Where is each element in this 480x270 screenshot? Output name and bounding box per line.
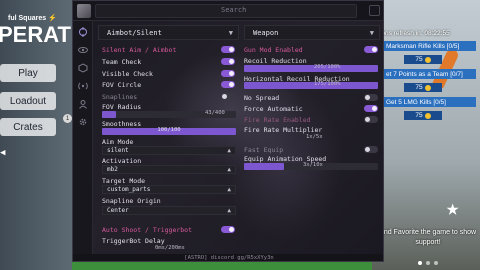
settings-icon[interactable]: [369, 5, 380, 16]
triggerbot-delay-label: TriggerBot Delay: [102, 237, 165, 245]
snaplines-label: Snaplines: [102, 93, 138, 101]
fire-rate-multiplier-label: Fire Rate Multiplier: [244, 126, 323, 134]
coin-icon: [424, 56, 431, 63]
snapline-origin-value: Center: [107, 207, 129, 214]
signal-icon[interactable]: [78, 81, 88, 91]
fov-radius-label: FOV Radius: [102, 103, 142, 111]
silent-aim-label: Silent Aim / Aimbot: [102, 46, 177, 54]
visible-check-label: Visible Check: [102, 70, 153, 78]
aim-mode-select[interactable]: silent ▲: [102, 146, 236, 155]
aimbot-tab-label: Aimbot/Silent: [107, 28, 162, 37]
chevron-up-icon: ▲: [227, 207, 231, 214]
recoil-reduction-slider[interactable]: [244, 65, 378, 72]
menu-sidebar: [73, 21, 93, 261]
equip-speed-value: 3x/10x: [303, 162, 323, 168]
mission-item: et 7 Points as a Team [0/7]: [380, 69, 476, 79]
game-subtitle: ful Squares ⚡: [8, 15, 57, 22]
gun-mod-toggle[interactable]: [364, 46, 378, 53]
menu-topbar: Search: [73, 1, 383, 21]
crates-button[interactable]: Crates: [0, 118, 56, 136]
force-automatic-label: Force Automatic: [244, 105, 303, 113]
recoil-reduction-label: Recoil Reduction: [244, 57, 307, 65]
chevron-up-icon: ▲: [227, 166, 231, 173]
favorite-message: and Favorite the game to show support!: [379, 229, 477, 246]
smoothness-value: 100/100: [157, 127, 181, 133]
favorite-star-icon[interactable]: ★: [446, 198, 459, 220]
fov-radius-value: 43/400: [205, 110, 225, 116]
mission-reward: 75: [404, 83, 442, 92]
force-automatic-toggle[interactable]: [364, 105, 378, 112]
no-spread-label: No Spread: [244, 94, 280, 102]
fov-circle-label: FOV Circle: [102, 81, 142, 89]
coin-icon: [424, 84, 431, 91]
missions-refresh-timer: issions refresh in: 08:22:55: [372, 30, 450, 37]
team-check-label: Team Check: [102, 58, 142, 66]
mission-item: Get 5 LMG Kills [0/5]: [380, 97, 476, 107]
fast-equip-label: Fast Equip: [244, 146, 284, 154]
silent-aim-toggle[interactable]: [221, 46, 235, 53]
horizontal-recoil-value: 175/100%: [314, 81, 341, 87]
fire-rate-multiplier-value: 1x/5x: [306, 134, 323, 140]
activation-label: Activation: [102, 157, 142, 165]
activation-select[interactable]: mb2 ▲: [102, 165, 236, 174]
triggerbot-label: Auto Shoot / Triggerbot: [102, 226, 193, 234]
snapline-origin-select[interactable]: Center ▲: [102, 206, 236, 215]
crates-count-badge: 1: [63, 114, 72, 123]
target-mode-value: custom_parts: [107, 186, 151, 193]
page-dots: [418, 261, 438, 265]
menu-footer: [ASTRO] discord gg/R5xXYy3n: [73, 254, 383, 261]
smoothness-slider[interactable]: 100/100: [102, 127, 236, 135]
snapline-origin-label: Snapline Origin: [102, 197, 161, 205]
play-button[interactable]: Play: [0, 64, 56, 82]
triggerbot-toggle[interactable]: [221, 226, 235, 233]
crosshair-icon[interactable]: [78, 27, 88, 37]
target-mode-select[interactable]: custom_parts ▲: [102, 185, 236, 194]
fire-rate-enabled-label: Fire Rate Enabled: [244, 116, 311, 124]
gun-mod-label: Gun Mod Enabled: [244, 46, 303, 54]
mission-item: Marksman Rifle Kills [0/5]: [380, 41, 476, 51]
menu-window: Search Aimbot/Silent ▼ Silent Aim / Aimb…: [72, 0, 384, 262]
team-check-toggle[interactable]: [221, 58, 235, 65]
fire-rate-toggle[interactable]: [364, 116, 378, 123]
avatar: [77, 4, 91, 18]
mission-reward: 75: [404, 111, 442, 120]
chevron-up-icon: ▲: [227, 147, 231, 154]
fast-equip-toggle[interactable]: [364, 146, 378, 153]
horizontal-recoil-slider[interactable]: [244, 82, 378, 89]
eye-icon[interactable]: [78, 45, 88, 55]
gear-icon[interactable]: [78, 117, 88, 127]
chevron-down-icon: ▼: [369, 29, 374, 37]
back-arrow-icon[interactable]: ◀: [0, 148, 8, 158]
aim-mode-value: silent: [107, 147, 129, 154]
target-mode-label: Target Mode: [102, 177, 146, 185]
coin-icon: [424, 112, 431, 119]
user-icon[interactable]: [78, 99, 88, 109]
recoil-reduction-value: 205/100%: [314, 64, 341, 70]
search-placeholder: Search: [221, 6, 247, 14]
weapon-tab-label: Weapon: [253, 28, 279, 37]
triggerbot-delay-value: 0ms/200ms: [155, 245, 185, 251]
activation-value: mb2: [107, 166, 118, 173]
cube-icon[interactable]: [78, 63, 88, 73]
visible-check-toggle[interactable]: [221, 70, 235, 77]
no-spread-toggle[interactable]: [364, 94, 378, 101]
mission-reward: 75: [404, 55, 442, 64]
chevron-down-icon: ▼: [228, 29, 233, 37]
loadout-button[interactable]: Loadout: [0, 92, 56, 110]
aim-mode-label: Aim Mode: [102, 138, 134, 146]
aimbot-silent-tab[interactable]: Aimbot/Silent ▼: [98, 25, 239, 40]
chevron-up-icon: ▲: [227, 186, 231, 193]
weapon-tab[interactable]: Weapon ▼: [244, 25, 380, 40]
snaplines-toggle[interactable]: [221, 93, 235, 100]
fov-circle-toggle[interactable]: [221, 81, 235, 88]
